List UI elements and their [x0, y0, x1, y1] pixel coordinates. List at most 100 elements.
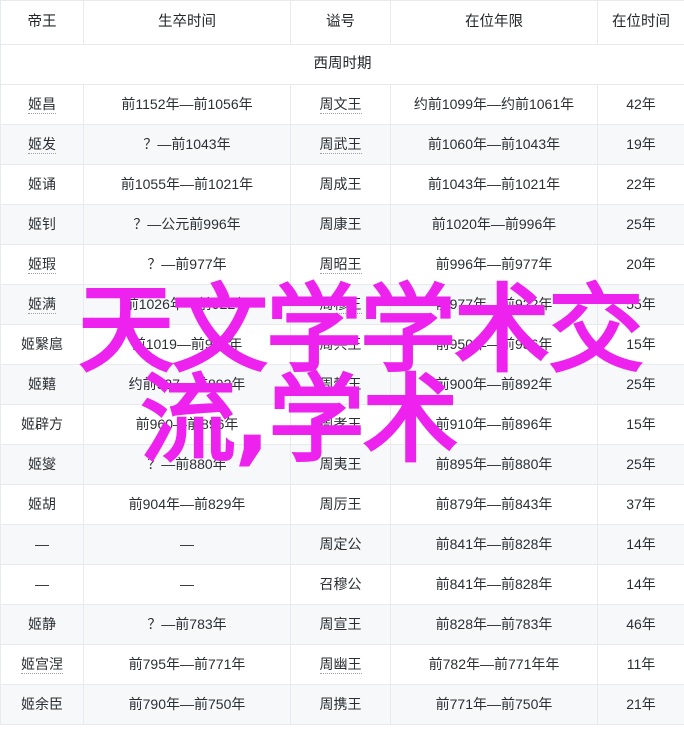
cell-life-span: 前1152年—前1056年: [83, 84, 291, 125]
cell-emperor-name: —: [0, 524, 84, 565]
cell-emperor-name: 姬静: [0, 604, 84, 645]
cell-reign-length: 20年: [597, 244, 684, 285]
table-row: 姬燮 ？—前880年 周夷王 前895年—前880年 25年: [0, 444, 684, 485]
cell-posthumous-title: 周武王: [290, 124, 391, 165]
table-row: 姬辟方 前960—前896年 周孝王 前910年—前896年 15年: [0, 404, 684, 445]
cell-reign-years: 前841年—前828年: [390, 564, 598, 605]
cell-emperor-name: 姬瑕: [0, 244, 84, 285]
cell-posthumous-title: 周携王: [290, 684, 391, 725]
cell-reign-years: 前996年—前977年: [390, 244, 598, 285]
cell-reign-years: 前977年—前922年: [390, 284, 598, 325]
cell-reign-length: 11年: [597, 644, 684, 685]
cell-emperor-name-text: 姬发: [28, 136, 56, 155]
cell-emperor-name: 姬昌: [0, 84, 84, 125]
cell-posthumous-title: 周孝王: [290, 404, 391, 445]
column-header-posthumous: 谥号: [290, 0, 391, 45]
cell-emperor-name-text: 姬满: [28, 296, 56, 315]
table-row: 姬宫涅 前795年—前771年 周幽王 前782年—前771年年 11年: [0, 644, 684, 685]
cell-life-span: 前904年—前829年: [83, 484, 291, 525]
cell-posthumous-title: 周穆王: [290, 284, 391, 325]
cell-reign-years: 前771年—前750年: [390, 684, 598, 725]
cell-reign-length: 46年: [597, 604, 684, 645]
cell-emperor-name: 姬胡: [0, 484, 84, 525]
cell-emperor-name-text: 姬宫涅: [21, 656, 63, 675]
cell-life-span: ？—公元前996年: [83, 204, 291, 245]
cell-emperor-name: 姬囏: [0, 364, 84, 405]
cell-life-span: 前1055年—前1021年: [83, 164, 291, 205]
table-row: 姬钊 ？—公元前996年 周康王 前1020年—前996年 25年: [0, 204, 684, 245]
cell-posthumous-title: 周夷王: [290, 444, 391, 485]
cell-reign-length: 14年: [597, 524, 684, 565]
cell-reign-years: 前782年—前771年年: [390, 644, 598, 685]
cell-life-span: ？—前977年: [83, 244, 291, 285]
cell-emperor-name: 姬宫涅: [0, 644, 84, 685]
cell-reign-years: 前900年—前892年: [390, 364, 598, 405]
cell-emperor-name-text: 姬瑕: [28, 256, 56, 275]
cell-emperor-name: 姬燮: [0, 444, 84, 485]
cell-life-span: 前790年—前750年: [83, 684, 291, 725]
cell-posthumous-title-text: 周穆王: [319, 296, 362, 315]
cell-life-span: —: [83, 524, 291, 565]
table-row: — — 召穆公 前841年—前828年 14年: [0, 564, 684, 605]
table-body: 西周时期 姬昌 前1152年—前1056年 周文王 约前1099年—约前1061年 42…: [0, 44, 684, 725]
cell-emperor-name: —: [0, 564, 84, 605]
cell-reign-length: 19年: [597, 124, 684, 165]
table-row: — — 周定公 前841年—前828年 14年: [0, 524, 684, 565]
cell-reign-length: 25年: [597, 364, 684, 405]
cell-reign-years: 约前1099年—约前1061年: [390, 84, 598, 125]
table-row: 姬胡 前904年—前829年 周厉王 前879年—前843年 37年: [0, 484, 684, 525]
cell-reign-years: 前1043年—前1021年: [390, 164, 598, 205]
cell-reign-length: 25年: [597, 204, 684, 245]
cell-posthumous-title: 召穆公: [290, 564, 391, 605]
cell-reign-years: 前1020年—前996年: [390, 204, 598, 245]
cell-posthumous-title: 周宣王: [290, 604, 391, 645]
cell-life-span: 前1026年—前922年: [83, 284, 291, 325]
cell-reign-length: 22年: [597, 164, 684, 205]
cell-reign-years: 前950年—前936年: [390, 324, 598, 365]
cell-reign-length: 15年: [597, 324, 684, 365]
column-header-emperor: 帝王: [0, 0, 84, 45]
table-row: 姬发 ？—前1043年 周武王 前1060年—前1043年 19年: [0, 124, 684, 165]
table-row: 姬诵 前1055年—前1021年 周成王 前1043年—前1021年 22年: [0, 164, 684, 205]
cell-emperor-name-text: 姬昌: [28, 96, 56, 115]
cell-emperor-name: 姬发: [0, 124, 84, 165]
cell-reign-years: 前841年—前828年: [390, 524, 598, 565]
cell-posthumous-title: 周幽王: [290, 644, 391, 685]
cell-emperor-name: 姬余臣: [0, 684, 84, 725]
cell-reign-length: 15年: [597, 404, 684, 445]
cell-life-span: ？—前880年: [83, 444, 291, 485]
cell-posthumous-title: 周厉王: [290, 484, 391, 525]
cell-reign-length: 21年: [597, 684, 684, 725]
cell-posthumous-title-text: 周昭王: [319, 256, 362, 275]
column-header-reign-length: 在位时间: [597, 0, 684, 45]
cell-posthumous-title-text: 周武王: [319, 136, 362, 155]
column-header-reign-years: 在位年限: [390, 0, 598, 45]
cell-reign-length: 14年: [597, 564, 684, 605]
cell-life-span: ？—前783年: [83, 604, 291, 645]
cell-reign-years: 前828年—前783年: [390, 604, 598, 645]
table-row: 姬囏 约前927—前892年 周懿王 前900年—前892年 25年: [0, 364, 684, 405]
period-label: 西周时期: [0, 44, 684, 85]
cell-posthumous-title: 周成王: [290, 164, 391, 205]
cell-life-span: ？—前1043年: [83, 124, 291, 165]
cell-posthumous-title: 周昭王: [290, 244, 391, 285]
cell-posthumous-title: 周共王: [290, 324, 391, 365]
cell-reign-years: 前1060年—前1043年: [390, 124, 598, 165]
cell-reign-length: 42年: [597, 84, 684, 125]
cell-posthumous-title-text: 周幽王: [319, 656, 362, 675]
emperor-table: 帝王 生卒时间 谥号 在位年限 在位时间 西周时期 姬昌 前1152年—前1056…: [0, 0, 684, 725]
column-header-life-span: 生卒时间: [83, 0, 291, 45]
cell-reign-length: 55年: [597, 284, 684, 325]
table-row: 姬满 前1026年—前922年 周穆王 前977年—前922年 55年: [0, 284, 684, 325]
period-section-row: 西周时期: [0, 44, 684, 85]
table-row: 姬繄扈 前1019—前936年 周共王 前950年—前936年 15年: [0, 324, 684, 365]
cell-emperor-name: 姬满: [0, 284, 84, 325]
cell-posthumous-title: 周文王: [290, 84, 391, 125]
header-row: 帝王 生卒时间 谥号 在位年限 在位时间: [0, 0, 684, 45]
cell-life-span: —: [83, 564, 291, 605]
table-header: 帝王 生卒时间 谥号 在位年限 在位时间: [0, 0, 684, 45]
cell-life-span: 约前927—前892年: [83, 364, 291, 405]
cell-emperor-name: 姬诵: [0, 164, 84, 205]
cell-posthumous-title: 周定公: [290, 524, 391, 565]
cell-reign-length: 25年: [597, 444, 684, 485]
